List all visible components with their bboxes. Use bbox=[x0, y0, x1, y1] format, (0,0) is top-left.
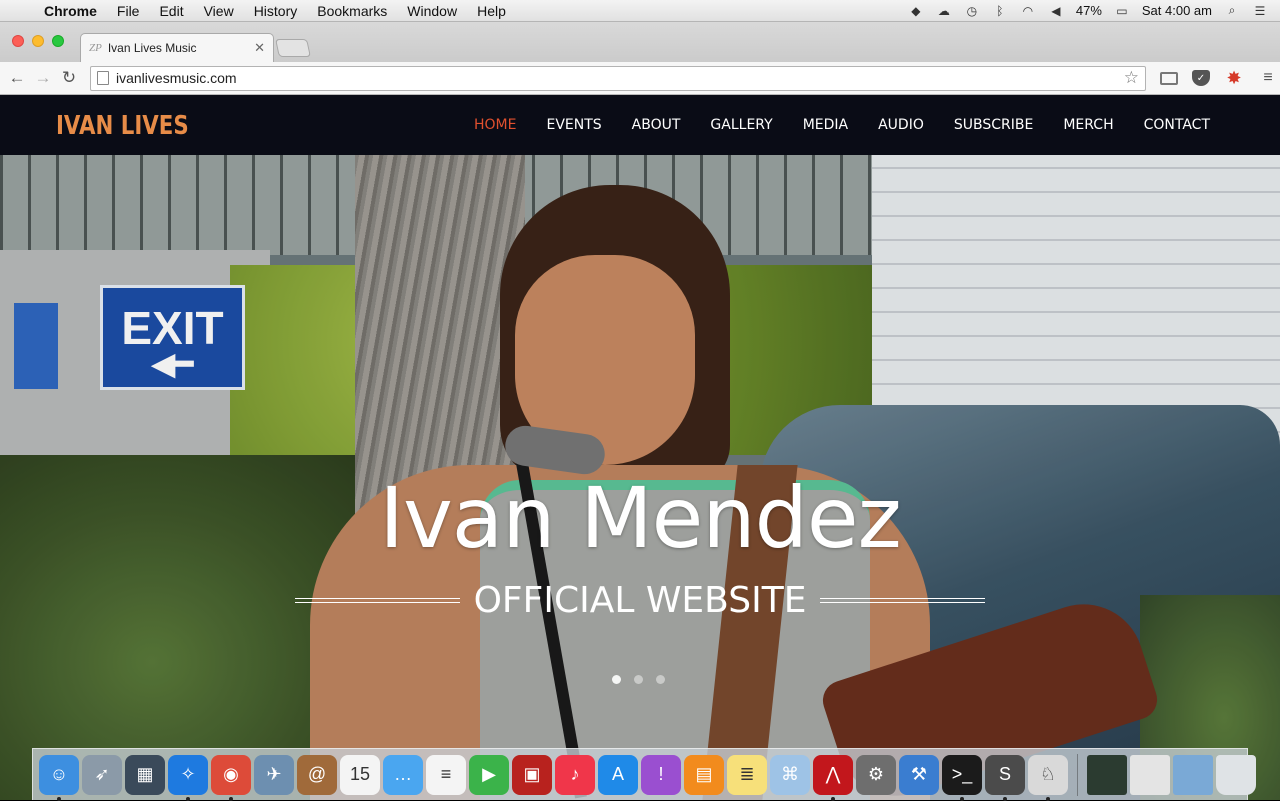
dock-finder-window-icon[interactable] bbox=[1173, 754, 1213, 795]
dock-system-preferences-icon[interactable]: ⚙ bbox=[856, 754, 896, 795]
dock-itunes-icon[interactable]: ♪ bbox=[555, 754, 595, 795]
dock-xcode-icon[interactable]: ⚒ bbox=[899, 754, 939, 795]
dock-reminders-icon[interactable]: ≡ bbox=[426, 754, 466, 795]
dock-separator bbox=[1077, 753, 1078, 796]
dock-ibooks-icon[interactable]: ▤ bbox=[684, 754, 724, 795]
dock-messages-icon[interactable]: … bbox=[383, 754, 423, 795]
notification-center-icon[interactable]: ☰ bbox=[1252, 4, 1268, 18]
dock-app-store-icon[interactable]: A bbox=[598, 754, 638, 795]
bookmark-star-icon[interactable]: ☆ bbox=[1124, 68, 1139, 88]
new-tab-button[interactable] bbox=[275, 39, 311, 57]
site-navbar: IVAN LIVES HOME EVENTS ABOUT GALLERY MED… bbox=[0, 95, 1280, 155]
pocket-icon[interactable]: ✓ bbox=[1192, 70, 1210, 86]
extension-icons: ✓ ✸ ≡ bbox=[1160, 68, 1278, 88]
hero-title: Ivan Mendez bbox=[379, 469, 901, 567]
spotlight-search-icon[interactable]: ⌕ bbox=[1224, 3, 1240, 18]
hero-slider: EXIT ◀━ Ivan Mendez OFFICIAL WEBSITE bbox=[0, 155, 1280, 800]
menu-bar: Chrome File Edit View History Bookmarks … bbox=[0, 0, 1280, 22]
dock-notes-icon[interactable]: ≣ bbox=[727, 754, 767, 795]
status-tray: ◆ ☁ ◷ ᛒ ◠ ◀ 47% ▭ Sat 4:00 am ⌕ ☰ bbox=[908, 3, 1280, 18]
hero-subtitle: OFFICIAL WEBSITE bbox=[473, 579, 807, 621]
window-zoom-button[interactable] bbox=[52, 35, 64, 47]
menu-edit[interactable]: Edit bbox=[149, 3, 193, 19]
menu-help[interactable]: Help bbox=[467, 3, 516, 19]
reload-icon[interactable]: ↻ bbox=[56, 65, 82, 91]
menu-app-name[interactable]: Chrome bbox=[38, 3, 107, 19]
hero-rule-left bbox=[295, 597, 460, 603]
extension-burst-icon[interactable]: ✸ bbox=[1224, 68, 1244, 88]
dock-safari-icon[interactable]: ✧ bbox=[168, 754, 208, 801]
dock-facetime-icon[interactable]: ▶ bbox=[469, 754, 509, 795]
window-minimize-button[interactable] bbox=[32, 35, 44, 47]
cloud-sync-icon[interactable]: ☁ bbox=[936, 4, 952, 18]
dock-preview-photos-icon[interactable]: ⌘ bbox=[770, 754, 810, 795]
nav-gallery[interactable]: GALLERY bbox=[710, 117, 772, 133]
nav-contact[interactable]: CONTACT bbox=[1144, 117, 1210, 133]
nav-subscribe[interactable]: SUBSCRIBE bbox=[954, 117, 1033, 133]
hero-subtitle-row: OFFICIAL WEBSITE bbox=[295, 578, 986, 622]
dock-preview-icon[interactable]: ✈ bbox=[254, 754, 294, 795]
chrome-menu-icon[interactable]: ≡ bbox=[1258, 69, 1278, 87]
dock-contacts-icon[interactable]: @ bbox=[297, 754, 337, 795]
menu-file[interactable]: File bbox=[107, 3, 150, 19]
battery-icon[interactable]: ▭ bbox=[1114, 4, 1130, 18]
battery-percent[interactable]: 47% bbox=[1076, 3, 1102, 18]
tab-strip: ZP Ivan Lives Music ✕ bbox=[0, 22, 1280, 62]
dock-finder-icon[interactable]: ☺ bbox=[39, 754, 79, 801]
dock-acrobat-icon[interactable]: ⋀ bbox=[813, 754, 853, 801]
site-nav-links: HOME EVENTS ABOUT GALLERY MEDIA AUDIO SU… bbox=[474, 95, 1210, 155]
volume-icon[interactable]: ◀ bbox=[1048, 4, 1064, 18]
nav-audio[interactable]: AUDIO bbox=[878, 117, 924, 133]
dock-feedback-icon[interactable]: ! bbox=[641, 754, 681, 795]
forward-arrow-icon[interactable]: → bbox=[30, 65, 56, 91]
time-machine-icon[interactable]: ◷ bbox=[964, 4, 980, 18]
hero-rule-right bbox=[820, 597, 986, 603]
dock-trash-icon[interactable] bbox=[1216, 754, 1256, 795]
dock-terminal-icon[interactable]: >_ bbox=[942, 754, 982, 801]
menu-view[interactable]: View bbox=[194, 3, 244, 19]
site-logo[interactable]: IVAN LIVES bbox=[56, 111, 189, 141]
nav-home[interactable]: HOME bbox=[474, 117, 516, 133]
menu-clock[interactable]: Sat 4:00 am bbox=[1142, 3, 1212, 18]
dock: ☺ ➶ ▦ ✧ ◉ ✈ @15… ≡ ▶ ▣ ♪ A! ▤ ≣ ⌘ ⋀ ⚙ ⚒ >_ S ♘ bbox=[32, 748, 1256, 801]
browser-tab[interactable]: ZP Ivan Lives Music ✕ bbox=[80, 33, 274, 62]
dock-mission-control-icon[interactable]: ▦ bbox=[125, 754, 165, 795]
dock-activity-monitor-window-icon[interactable] bbox=[1087, 754, 1127, 795]
slider-dots bbox=[612, 675, 665, 684]
back-arrow-icon[interactable]: ← bbox=[4, 65, 30, 91]
slider-dot-3[interactable] bbox=[656, 675, 665, 684]
nav-media[interactable]: MEDIA bbox=[803, 117, 848, 133]
slider-dot-2[interactable] bbox=[634, 675, 643, 684]
slider-dot-1[interactable] bbox=[612, 675, 621, 684]
dropbox-icon[interactable]: ◆ bbox=[908, 4, 924, 18]
dock-mamp-window-icon[interactable] bbox=[1130, 754, 1170, 795]
page-icon bbox=[97, 71, 109, 85]
nav-events[interactable]: EVENTS bbox=[546, 117, 601, 133]
dock-photo-booth-icon[interactable]: ▣ bbox=[512, 754, 552, 795]
nav-merch[interactable]: MERCH bbox=[1063, 117, 1113, 133]
tab-favicon-icon: ZP bbox=[89, 42, 102, 54]
tab-close-icon[interactable]: ✕ bbox=[254, 40, 265, 56]
nav-about[interactable]: ABOUT bbox=[632, 117, 681, 133]
browser-toolbar: ← → ↻ ivanlivesmusic.com ☆ ✓ ✸ ≡ bbox=[0, 62, 1280, 95]
dock-launchpad-icon[interactable]: ➶ bbox=[82, 754, 122, 795]
menu-window[interactable]: Window bbox=[397, 3, 467, 19]
dock-calendar-icon[interactable]: 15 bbox=[340, 754, 380, 795]
menu-bookmarks[interactable]: Bookmarks bbox=[307, 3, 397, 19]
url-text[interactable]: ivanlivesmusic.com bbox=[116, 70, 1124, 86]
website: IVAN LIVES HOME EVENTS ABOUT GALLERY MED… bbox=[0, 95, 1280, 800]
menu-history[interactable]: History bbox=[244, 3, 308, 19]
dock-chrome-icon[interactable]: ◉ bbox=[211, 754, 251, 801]
tab-title: Ivan Lives Music bbox=[107, 41, 197, 55]
cast-icon[interactable] bbox=[1160, 71, 1178, 85]
window-close-button[interactable] bbox=[12, 35, 24, 47]
wifi-icon[interactable]: ◠ bbox=[1020, 4, 1036, 18]
address-bar[interactable]: ivanlivesmusic.com ☆ bbox=[90, 65, 1146, 91]
dock-mamp-icon[interactable]: ♘ bbox=[1028, 754, 1068, 801]
bluetooth-icon[interactable]: ᛒ bbox=[992, 4, 1008, 18]
dock-sublime-text-icon[interactable]: S bbox=[985, 754, 1025, 801]
